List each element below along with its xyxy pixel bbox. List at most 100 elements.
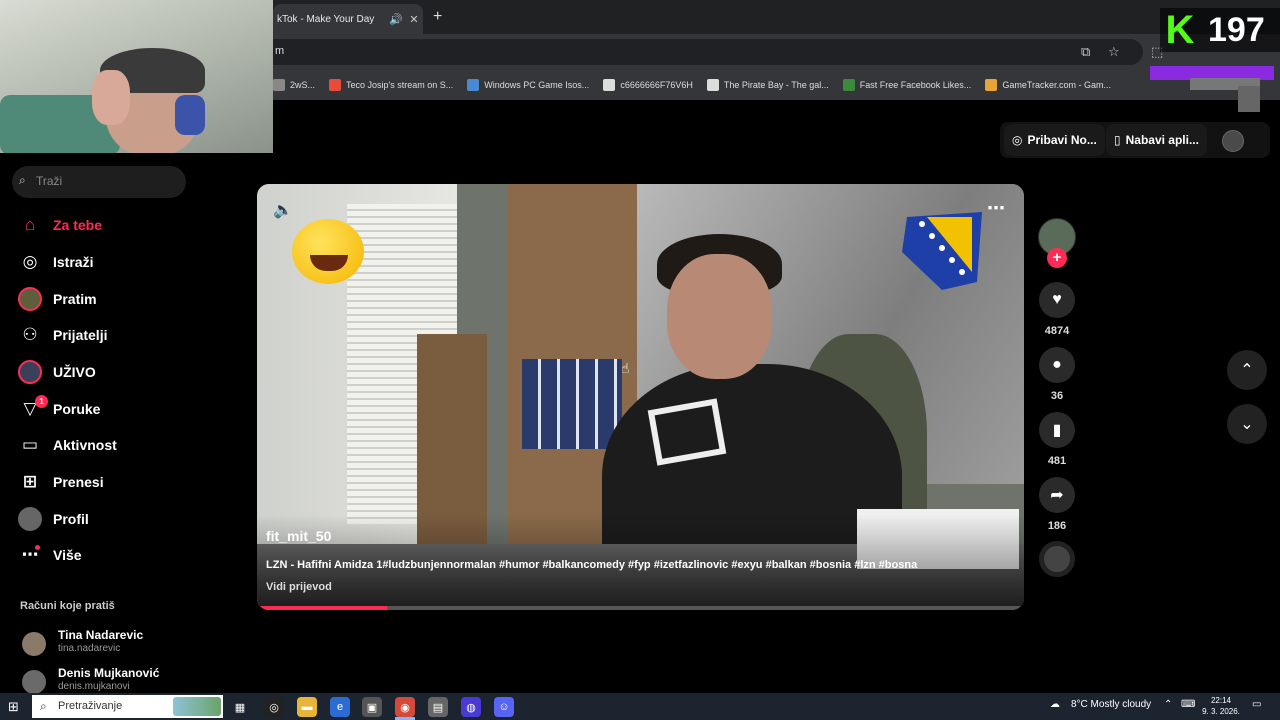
new-tab-icon[interactable]: + [433, 8, 442, 26]
save-button[interactable]: ▮ [1039, 412, 1075, 448]
bookmark-item[interactable]: Windows PC Game Isos... [467, 79, 589, 91]
address-bar-row: m ⧉ ☆ ⬚ [273, 34, 1280, 70]
coin-icon: ◎ [1012, 133, 1023, 147]
sidebar-item-profile[interactable]: Profil [18, 504, 218, 534]
profile-avatar [18, 507, 42, 531]
taskbar-search-input[interactable]: ⌕ Pretraživanje [32, 695, 223, 718]
volume-icon[interactable]: 🔈 [273, 200, 293, 220]
user-avatar[interactable] [1222, 130, 1244, 152]
bookmark-star-icon[interactable]: ☆ [1108, 44, 1120, 60]
notifications-icon[interactable]: ▭ [1252, 699, 1261, 710]
sidebar-item-upload[interactable]: ⊞ Prenesi [18, 467, 218, 497]
store-icon[interactable]: ▣ [362, 697, 382, 717]
comment-button[interactable]: ● [1039, 347, 1075, 383]
followed-account[interactable]: Tina Nadarevic tina.nadarevic [22, 628, 222, 662]
bookmark-favicon [329, 79, 342, 91]
comment-count: 36 [1050, 390, 1064, 402]
share-count: 186 [1047, 520, 1067, 532]
bookmark-favicon [467, 79, 480, 91]
bookmark-item[interactable]: c6666666F76V6H [603, 79, 693, 91]
sidebar-item-following[interactable]: Pratim [18, 284, 218, 314]
bookmark-favicon [273, 79, 285, 91]
video-player[interactable]: 🔈 ⋯ fit_mit_50 LZN - Hafifni Amidza 1#lu… [257, 184, 1024, 610]
see-translation-link[interactable]: Vidi prijevod [266, 581, 332, 593]
sidebar-item-explore[interactable]: ◎ Istraži [18, 247, 218, 277]
bookmark-item[interactable]: The Pirate Bay - The gal... [706, 79, 829, 91]
install-app-icon[interactable]: ⧉ [1081, 44, 1090, 60]
heart-icon: ♥ [1052, 291, 1062, 308]
like-button[interactable]: ♥ [1039, 282, 1075, 318]
bookmark-item[interactable]: GameTracker.com - Gam... [985, 79, 1111, 91]
sidebar-item-messages[interactable]: ▽ 1 Poruke [18, 394, 218, 424]
comment-icon: ● [1052, 356, 1062, 373]
edge-icon[interactable]: e [330, 697, 350, 717]
task-view-icon[interactable]: ▦ [230, 697, 250, 717]
steam-like-icon[interactable]: ◎ [264, 697, 284, 717]
kick-logo-icon: K [1165, 8, 1195, 52]
video-more-icon[interactable]: ⋯ [987, 198, 1005, 219]
webcam-headset [175, 95, 205, 135]
next-video-button[interactable]: ⌄ [1227, 404, 1267, 444]
sidebar-item-for-you[interactable]: ⌂ Za tebe [18, 210, 218, 240]
browser-tab-bar: kTok - Make Your Day 🔊 ✕ + [273, 0, 1280, 34]
chrome-icon[interactable]: ◉ [395, 697, 415, 717]
bosnia-flag-icon [902, 212, 982, 290]
phone-icon: ▯ [1114, 133, 1121, 147]
more-dot-icon [35, 545, 40, 550]
like-count: 4874 [1044, 325, 1070, 337]
friends-icon: ⚇ [22, 325, 38, 344]
browser-tab[interactable]: kTok - Make Your Day 🔊 ✕ [273, 4, 423, 34]
webcam-overlay [0, 0, 273, 153]
address-text: m [275, 45, 285, 57]
bookmark-icon: ▮ [1052, 422, 1062, 439]
taskbar-clock[interactable]: 22:14 9. 3. 2026. [1199, 695, 1243, 717]
bookmark-item[interactable]: Fast Free Facebook Likes... [842, 79, 971, 91]
follow-plus-icon[interactable]: + [1047, 248, 1067, 268]
weather-text[interactable]: 8°C Mostly cloudy [1071, 699, 1151, 710]
home-icon: ⌂ [24, 215, 36, 234]
sidebar-item-live[interactable]: UŽIVO [18, 357, 218, 387]
followed-accounts-title: Računi koje pratiš [20, 600, 115, 612]
get-app-button[interactable]: ▯ Nabavi apli... [1106, 124, 1207, 156]
sidebar-item-more[interactable]: ⋯ Više [18, 540, 218, 570]
file-explorer-icon[interactable]: ▬ [297, 697, 317, 717]
address-bar[interactable]: m [273, 39, 1143, 65]
bookmark-favicon [603, 79, 616, 91]
bookmark-item[interactable]: 2wS... [273, 79, 315, 91]
screen: kTok - Make Your Day 🔊 ✕ + m ⧉ ☆ ⬚ 2wS..… [0, 0, 1280, 720]
video-scene-binders [522, 359, 622, 449]
inbox-icon: ▽ 1 [18, 395, 48, 421]
video-progress-bar[interactable] [257, 606, 1024, 610]
discord-icon[interactable]: ☺ [494, 697, 514, 717]
search-highlight-image [173, 697, 221, 716]
video-description: LZN - Hafifni Amidza 1#ludzbunjennormala… [266, 559, 918, 571]
chevron-down-icon: ⌄ [1240, 416, 1254, 433]
windows-start-icon[interactable]: ⊞ [8, 699, 19, 715]
activity-icon: ▭ [21, 435, 39, 454]
get-coins-button[interactable]: ◎ Pribavi No... [1004, 124, 1105, 156]
laughing-emoji-icon [292, 219, 364, 284]
pistol-overlay-icon [1150, 66, 1274, 112]
tab-audio-icon[interactable]: 🔊 [387, 13, 405, 26]
music-disc[interactable] [1039, 541, 1075, 577]
tray-overflow-icon[interactable]: ⌃ [1164, 699, 1172, 710]
bookmark-item[interactable]: Teco Josip's stream on S... [329, 79, 453, 91]
sidebar-item-activity[interactable]: ▭ Aktivnost [18, 430, 218, 460]
sidebar-item-friends[interactable]: ⚇ Prijatelji [18, 320, 218, 350]
upload-icon: ⊞ [22, 472, 38, 491]
video-author[interactable]: fit_mit_50 [266, 528, 331, 544]
hand-cursor-icon: ☝ [621, 360, 630, 376]
weather-icon[interactable]: ☁ [1050, 699, 1060, 710]
webcam-hand [92, 70, 130, 125]
messages-badge: 1 [35, 395, 48, 408]
tab-close-icon[interactable]: ✕ [405, 13, 423, 26]
share-button[interactable]: ➦ [1039, 477, 1075, 513]
app-icon[interactable]: ▤ [428, 697, 448, 717]
keyboard-icon[interactable]: ⌨ [1181, 699, 1195, 710]
obs-like-icon[interactable]: ◍ [461, 697, 481, 717]
search-input[interactable]: ⌕ Traži [12, 166, 186, 198]
bookmark-favicon [842, 79, 855, 91]
previous-video-button[interactable]: ⌃ [1227, 350, 1267, 390]
search-icon: ⌕ [40, 699, 47, 713]
compass-icon: ◎ [22, 252, 38, 271]
